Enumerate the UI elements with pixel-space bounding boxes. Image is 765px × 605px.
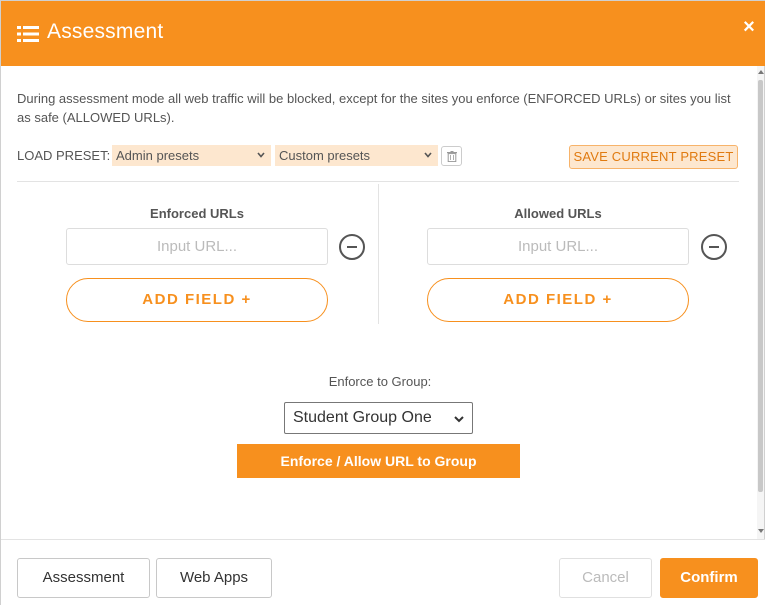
allowed-urls-title: Allowed URLs (514, 206, 602, 221)
add-allowed-field-button[interactable]: ADD FIELD + (427, 278, 689, 322)
chevron-down-icon (454, 416, 464, 423)
close-icon[interactable]: × (741, 17, 757, 37)
assessment-description: During assessment mode all web traffic w… (17, 91, 731, 125)
chevron-down-icon (257, 152, 265, 158)
trash-icon (447, 151, 457, 162)
scroll-up-icon[interactable] (758, 70, 764, 74)
section-divider (17, 181, 739, 182)
admin-presets-select[interactable]: Admin presets (112, 145, 271, 166)
group-select[interactable]: Student Group One (284, 402, 473, 434)
allowed-url-input[interactable] (427, 228, 689, 265)
list-icon (17, 26, 39, 42)
enforce-to-group-label: Enforce to Group: (328, 374, 432, 389)
remove-enforced-url-button[interactable] (339, 234, 365, 260)
enforced-urls-title: Enforced URLs (150, 206, 244, 221)
cancel-button[interactable]: Cancel (559, 558, 652, 598)
custom-presets-value: Custom presets (279, 148, 371, 163)
modal-title: Assessment (47, 20, 164, 43)
scrollbar[interactable] (757, 66, 764, 539)
save-current-preset-button[interactable]: SAVE CURRENT PRESET (569, 145, 738, 169)
add-enforced-field-button[interactable]: ADD FIELD + (66, 278, 328, 322)
admin-presets-value: Admin presets (116, 148, 200, 163)
column-divider (378, 184, 379, 324)
group-select-value: Student Group One (293, 409, 432, 426)
modal-body: During assessment mode all web traffic w… (1, 66, 759, 539)
remove-allowed-url-button[interactable] (701, 234, 727, 260)
web-apps-tab-button[interactable]: Web Apps (156, 558, 272, 598)
modal-footer: Assessment Web Apps Cancel Confirm (1, 539, 765, 605)
load-preset-label: LOAD PRESET: (17, 148, 111, 163)
chevron-down-icon (424, 152, 432, 158)
assessment-modal: Assessment × During assessment mode all … (0, 0, 765, 605)
enforced-url-input[interactable] (66, 228, 328, 265)
enforce-allow-url-button[interactable]: Enforce / Allow URL to Group (237, 444, 520, 478)
scroll-down-icon[interactable] (758, 529, 764, 533)
assessment-tab-button[interactable]: Assessment (17, 558, 150, 598)
custom-presets-select[interactable]: Custom presets (275, 145, 438, 166)
confirm-button[interactable]: Confirm (660, 558, 758, 598)
modal-header: Assessment × (1, 1, 765, 66)
scrollbar-thumb[interactable] (758, 80, 763, 492)
delete-preset-button[interactable] (441, 146, 462, 166)
